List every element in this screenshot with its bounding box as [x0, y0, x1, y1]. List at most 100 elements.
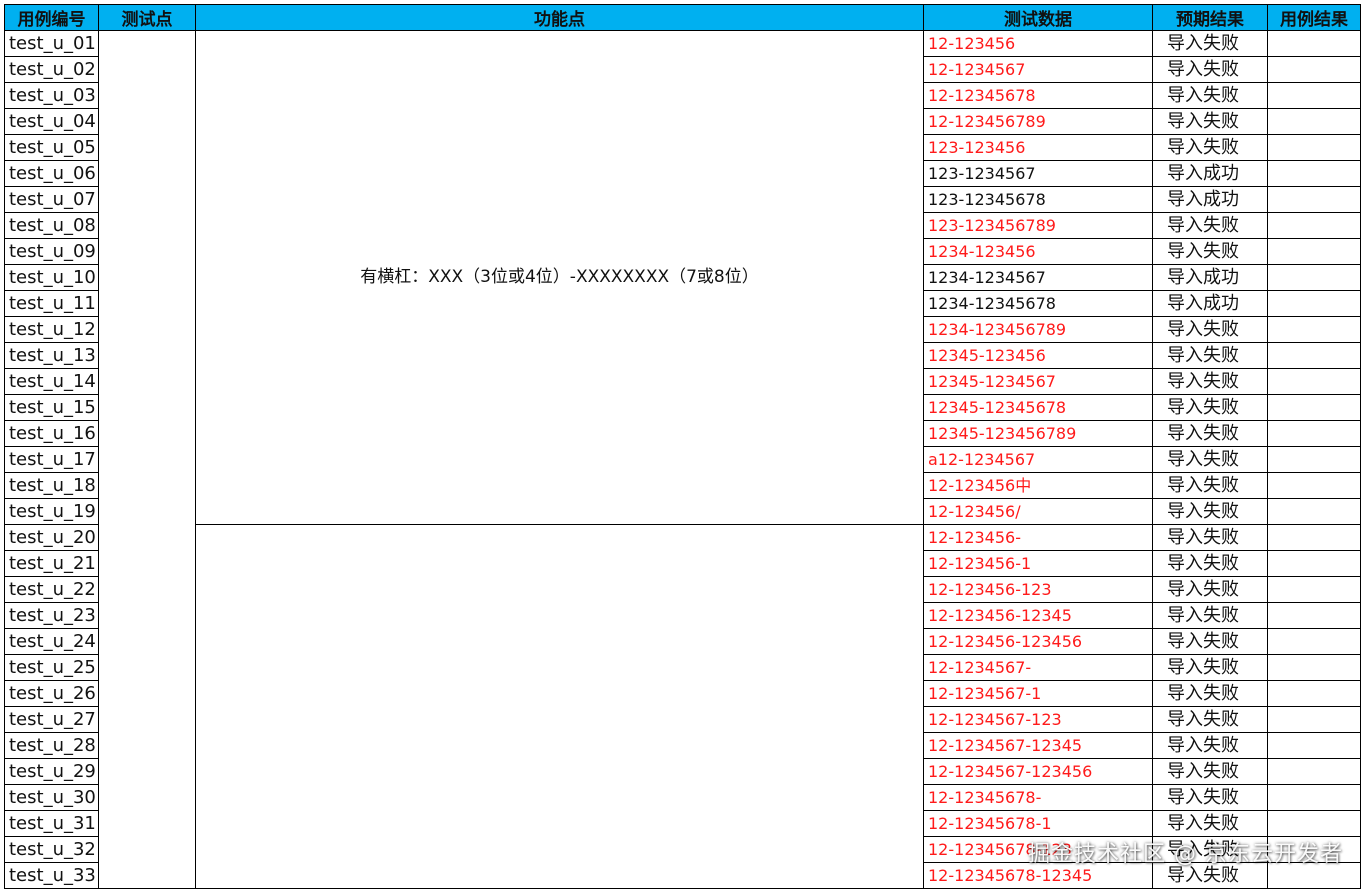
test-data-cell[interactable]: 12345-123456 — [923, 342, 1153, 369]
case-result-cell[interactable] — [1267, 732, 1361, 759]
case-result-cell[interactable] — [1267, 394, 1361, 421]
test-data-cell[interactable]: 12-123456 — [923, 30, 1153, 57]
expected-result-cell[interactable]: 导入失败 — [1152, 212, 1268, 239]
case-id-cell[interactable]: test_u_06 — [4, 160, 99, 187]
test-data-cell[interactable]: 12345-123456789 — [923, 420, 1153, 447]
expected-result-cell[interactable]: 导入失败 — [1152, 82, 1268, 109]
case-result-cell[interactable] — [1267, 628, 1361, 655]
case-result-cell[interactable] — [1267, 238, 1361, 265]
expected-result-cell[interactable]: 导入失败 — [1152, 394, 1268, 421]
header-expected-result[interactable]: 预期结果 — [1152, 4, 1268, 31]
case-id-cell[interactable]: test_u_16 — [4, 420, 99, 447]
expected-result-cell[interactable]: 导入失败 — [1152, 628, 1268, 655]
case-id-cell[interactable]: test_u_18 — [4, 472, 99, 499]
case-id-cell[interactable]: test_u_24 — [4, 628, 99, 655]
case-result-cell[interactable] — [1267, 342, 1361, 369]
case-result-cell[interactable] — [1267, 784, 1361, 811]
case-result-cell[interactable] — [1267, 810, 1361, 837]
expected-result-cell[interactable]: 导入失败 — [1152, 238, 1268, 265]
expected-result-cell[interactable]: 导入失败 — [1152, 758, 1268, 785]
case-result-cell[interactable] — [1267, 706, 1361, 733]
test-data-cell[interactable]: 12-123456/ — [923, 498, 1153, 525]
case-result-cell[interactable] — [1267, 186, 1361, 213]
test-data-cell[interactable]: 123-12345678 — [923, 186, 1153, 213]
case-id-cell[interactable]: test_u_25 — [4, 654, 99, 681]
case-id-cell[interactable]: test_u_07 — [4, 186, 99, 213]
case-result-cell[interactable] — [1267, 264, 1361, 291]
case-id-cell[interactable]: test_u_09 — [4, 238, 99, 265]
expected-result-cell[interactable]: 导入失败 — [1152, 108, 1268, 135]
case-result-cell[interactable] — [1267, 82, 1361, 109]
expected-result-cell[interactable]: 导入失败 — [1152, 680, 1268, 707]
test-data-cell[interactable]: 12-123456789 — [923, 108, 1153, 135]
case-id-cell[interactable]: test_u_31 — [4, 810, 99, 837]
test-data-cell[interactable]: 12-1234567- — [923, 654, 1153, 681]
case-result-cell[interactable] — [1267, 160, 1361, 187]
case-result-cell[interactable] — [1267, 524, 1361, 551]
expected-result-cell[interactable]: 导入失败 — [1152, 732, 1268, 759]
case-id-cell[interactable]: test_u_29 — [4, 758, 99, 785]
case-id-cell[interactable]: test_u_17 — [4, 446, 99, 473]
test-data-cell[interactable]: 12-123456中 — [923, 472, 1153, 499]
expected-result-cell[interactable]: 导入失败 — [1152, 316, 1268, 343]
expected-result-cell[interactable]: 导入失败 — [1152, 498, 1268, 525]
case-result-cell[interactable] — [1267, 602, 1361, 629]
expected-result-cell[interactable]: 导入失败 — [1152, 368, 1268, 395]
test-data-cell[interactable]: 1234-1234567 — [923, 264, 1153, 291]
test-data-cell[interactable]: 12-12345678 — [923, 82, 1153, 109]
test-data-cell[interactable]: 12-123456-123456 — [923, 628, 1153, 655]
expected-result-cell[interactable]: 导入失败 — [1152, 342, 1268, 369]
case-result-cell[interactable] — [1267, 56, 1361, 83]
case-result-cell[interactable] — [1267, 368, 1361, 395]
expected-result-cell[interactable]: 导入失败 — [1152, 602, 1268, 629]
header-function-point[interactable]: 功能点 — [195, 4, 924, 31]
case-id-cell[interactable]: test_u_13 — [4, 342, 99, 369]
case-id-cell[interactable]: test_u_26 — [4, 680, 99, 707]
case-result-cell[interactable] — [1267, 212, 1361, 239]
expected-result-cell[interactable]: 导入失败 — [1152, 576, 1268, 603]
case-id-cell[interactable]: test_u_32 — [4, 836, 99, 863]
case-result-cell[interactable] — [1267, 680, 1361, 707]
function-point-cell[interactable] — [195, 524, 924, 889]
function-point-cell[interactable]: 有横杠：XXX（3位或4位）-XXXXXXXX（7或8位） — [195, 30, 924, 525]
test-data-cell[interactable]: 12-1234567-1 — [923, 680, 1153, 707]
expected-result-cell[interactable]: 导入失败 — [1152, 810, 1268, 837]
expected-result-cell[interactable]: 导入成功 — [1152, 264, 1268, 291]
case-result-cell[interactable] — [1267, 576, 1361, 603]
expected-result-cell[interactable]: 导入失败 — [1152, 134, 1268, 161]
test-data-cell[interactable]: 123-123456 — [923, 134, 1153, 161]
expected-result-cell[interactable]: 导入失败 — [1152, 784, 1268, 811]
case-id-cell[interactable]: test_u_04 — [4, 108, 99, 135]
expected-result-cell[interactable]: 导入失败 — [1152, 30, 1268, 57]
expected-result-cell[interactable]: 导入失败 — [1152, 472, 1268, 499]
case-id-cell[interactable]: test_u_15 — [4, 394, 99, 421]
case-id-cell[interactable]: test_u_33 — [4, 862, 99, 889]
case-result-cell[interactable] — [1267, 498, 1361, 525]
expected-result-cell[interactable]: 导入失败 — [1152, 654, 1268, 681]
case-id-cell[interactable]: test_u_05 — [4, 134, 99, 161]
test-data-cell[interactable]: a12-1234567 — [923, 446, 1153, 473]
expected-result-cell[interactable]: 导入失败 — [1152, 446, 1268, 473]
test-data-cell[interactable]: 123-1234567 — [923, 160, 1153, 187]
case-id-cell[interactable]: test_u_14 — [4, 368, 99, 395]
test-data-cell[interactable]: 1234-12345678 — [923, 290, 1153, 317]
test-data-cell[interactable]: 12-123456-123 — [923, 576, 1153, 603]
case-id-cell[interactable]: test_u_01 — [4, 30, 99, 57]
test-data-cell[interactable]: 12345-12345678 — [923, 394, 1153, 421]
test-data-cell[interactable]: 12-1234567 — [923, 56, 1153, 83]
case-id-cell[interactable]: test_u_08 — [4, 212, 99, 239]
case-result-cell[interactable] — [1267, 30, 1361, 57]
case-id-cell[interactable]: test_u_03 — [4, 82, 99, 109]
expected-result-cell[interactable]: 导入失败 — [1152, 420, 1268, 447]
case-result-cell[interactable] — [1267, 472, 1361, 499]
test-data-cell[interactable]: 12-1234567-123456 — [923, 758, 1153, 785]
case-result-cell[interactable] — [1267, 420, 1361, 447]
header-test-data[interactable]: 测试数据 — [923, 4, 1153, 31]
case-id-cell[interactable]: test_u_22 — [4, 576, 99, 603]
test-data-cell[interactable]: 12-1234567-12345 — [923, 732, 1153, 759]
test-data-cell[interactable]: 1234-123456789 — [923, 316, 1153, 343]
case-id-cell[interactable]: test_u_27 — [4, 706, 99, 733]
expected-result-cell[interactable]: 导入成功 — [1152, 186, 1268, 213]
test-data-cell[interactable]: 12-12345678- — [923, 784, 1153, 811]
case-result-cell[interactable] — [1267, 550, 1361, 577]
